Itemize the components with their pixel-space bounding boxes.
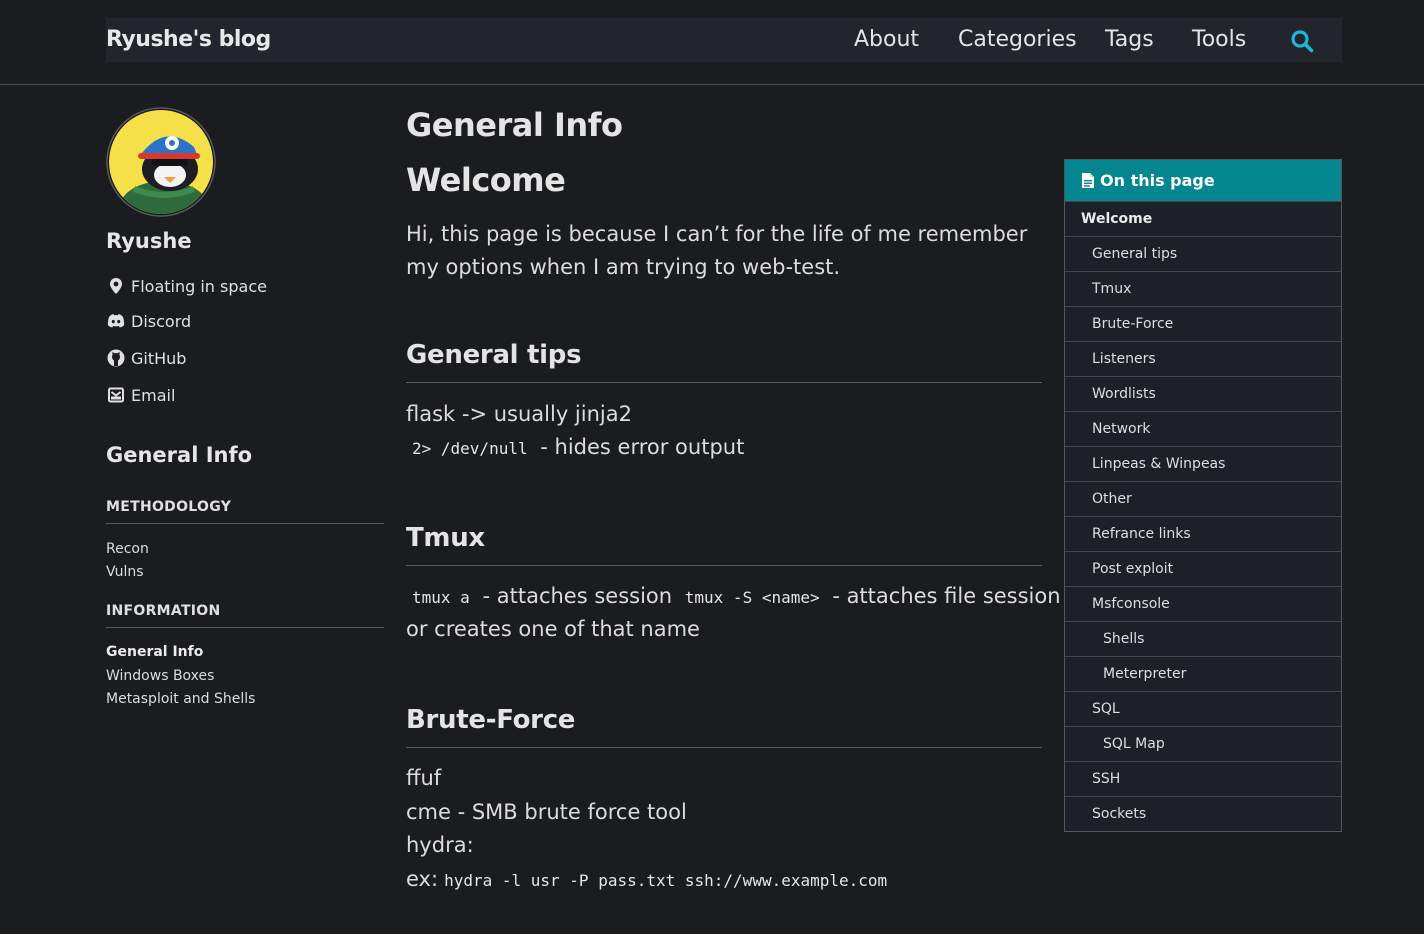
toc-header-label: On this page	[1100, 171, 1215, 190]
brute-force-heading: Brute-Force	[406, 705, 1042, 748]
brute-force-line-3: hydra:	[406, 833, 474, 857]
toc-item-ssh[interactable]: SSH	[1065, 761, 1341, 796]
navbar: Ryushe's blog About Categories Tags Tool…	[106, 18, 1342, 62]
document-icon	[1082, 173, 1094, 188]
general-tips-line-2: 2> /dev/null - hides error output	[406, 435, 744, 459]
tmux-text-1: - attaches session	[482, 584, 673, 608]
general-tips-line-1: flask -> usually jinja2	[406, 402, 632, 426]
sidebar-item-general-info[interactable]: General Info	[106, 644, 203, 660]
brute-force-example: ex: hydra -l usr -P pass.txt ssh://www.ex…	[406, 867, 893, 891]
general-tips-text: - hides error output	[540, 435, 745, 459]
toc-item-other[interactable]: Other	[1065, 481, 1341, 516]
avatar[interactable]	[106, 107, 216, 217]
toc-item-meterpreter[interactable]: Meterpreter	[1065, 656, 1341, 691]
site-brand-link[interactable]: Ryushe's blog	[106, 27, 271, 52]
nav-tools[interactable]: Tools	[1192, 27, 1246, 52]
toc-item-shells[interactable]: Shells	[1065, 621, 1341, 656]
toc-item-wordlists[interactable]: Wordlists	[1065, 376, 1341, 411]
search-icon[interactable]	[1290, 29, 1314, 57]
toc-item-linpeas[interactable]: Linpeas & Winpeas	[1065, 446, 1341, 481]
tmux-text-2: - attaches file session	[832, 584, 1061, 608]
tmux-line-2: or creates one of that name	[406, 617, 700, 641]
location-icon	[110, 278, 122, 294]
location-link: Floating in space	[106, 274, 267, 298]
github-link[interactable]: GitHub	[106, 346, 186, 370]
toc-item-sql[interactable]: SQL	[1065, 691, 1341, 726]
tmux-heading: Tmux	[406, 523, 1042, 566]
sidebar-page-heading: General Info	[106, 443, 253, 467]
email-link[interactable]: Email	[106, 383, 175, 407]
general-tips-heading: General tips	[406, 340, 1042, 383]
brute-force-line-1: ffuf	[406, 766, 442, 790]
nav-categories[interactable]: Categories	[958, 27, 1077, 52]
discord-link[interactable]: Discord	[106, 309, 191, 333]
toc-item-post-exploit[interactable]: Post exploit	[1065, 551, 1341, 586]
nav-tags[interactable]: Tags	[1105, 27, 1154, 52]
section-methodology: METHODOLOGY	[106, 499, 384, 524]
author-name: Ryushe	[106, 229, 192, 253]
email-icon	[108, 387, 124, 403]
toc-item-sockets[interactable]: Sockets	[1065, 796, 1341, 831]
discord-icon	[107, 314, 125, 328]
github-label: GitHub	[131, 348, 187, 368]
tmux-line-1: tmux a - attaches session tmux -S <name>…	[406, 584, 1061, 608]
toc-item-tmux[interactable]: Tmux	[1065, 271, 1341, 306]
page-title: General Info	[406, 106, 623, 144]
brute-force-line-2: cme - SMB brute force tool	[406, 800, 687, 824]
toc-item-refrance-links[interactable]: Refrance links	[1065, 516, 1341, 551]
toc-item-msfconsole[interactable]: Msfconsole	[1065, 586, 1341, 621]
toc-item-welcome[interactable]: Welcome	[1065, 201, 1341, 236]
sidebar-item-windows-boxes[interactable]: Windows Boxes	[106, 668, 214, 684]
inline-code: hydra -l usr -P pass.txt ssh://www.examp…	[444, 871, 888, 890]
sidebar-item-vulns[interactable]: Vulns	[106, 564, 144, 580]
inline-code: tmux a	[412, 588, 470, 607]
sidebar-item-metasploit[interactable]: Metasploit and Shells	[106, 691, 255, 707]
table-of-contents: On this page Welcome General tips Tmux B…	[1064, 159, 1342, 832]
example-label: ex:	[406, 867, 439, 891]
email-label: Email	[131, 385, 176, 405]
nav-about[interactable]: About	[854, 27, 919, 52]
discord-label: Discord	[131, 311, 192, 331]
toc-item-brute-force[interactable]: Brute-Force	[1065, 306, 1341, 341]
intro-paragraph: Hi, this page is because I can’t for the…	[406, 222, 1028, 279]
toc-item-general-tips[interactable]: General tips	[1065, 236, 1341, 271]
top-bar: Ryushe's blog About Categories Tags Tool…	[0, 0, 1424, 85]
github-icon	[107, 349, 125, 367]
inline-code: tmux -S <name>	[684, 588, 820, 607]
inline-code: 2> /dev/null	[412, 439, 528, 458]
toc-header: On this page	[1065, 160, 1341, 201]
toc-item-listeners[interactable]: Listeners	[1065, 341, 1341, 376]
toc-item-network[interactable]: Network	[1065, 411, 1341, 446]
sidebar-item-recon[interactable]: Recon	[106, 541, 149, 557]
location-label: Floating in space	[131, 276, 267, 296]
section-information: INFORMATION	[106, 603, 384, 628]
welcome-heading: Welcome	[406, 161, 566, 199]
toc-item-sql-map[interactable]: SQL Map	[1065, 726, 1341, 761]
